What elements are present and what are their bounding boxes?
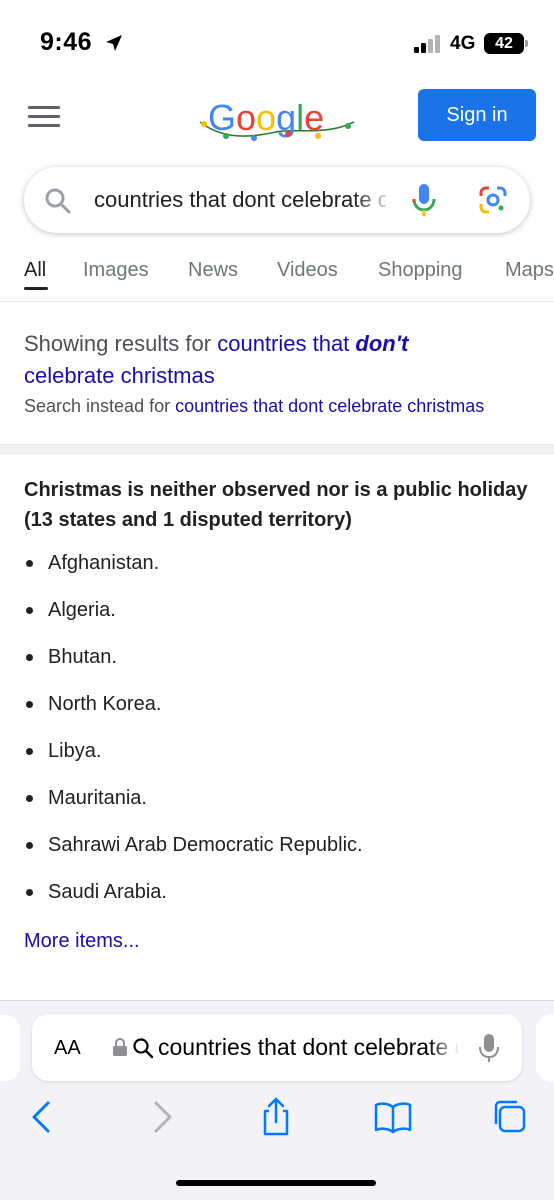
corrected-query-emphasis[interactable]: don't (355, 331, 408, 356)
safari-bottom-bar: AA countries that dont celebrate christm… (0, 1000, 554, 1200)
search-text-fade (354, 181, 394, 219)
google-lens-icon[interactable] (478, 185, 508, 215)
list-item: Afghanistan. (24, 549, 363, 596)
tab-shopping[interactable]: Shopping (378, 259, 463, 282)
tab-news[interactable]: News (188, 259, 238, 282)
list-item: Bhutan. (24, 643, 363, 690)
cellular-signal-icon (414, 35, 440, 53)
search-instead-line: Search instead for countries that dont c… (24, 396, 484, 417)
list-item: Mauritania. (24, 784, 363, 831)
mic-icon[interactable] (410, 182, 438, 218)
text-size-button[interactable]: AA (54, 1037, 81, 1060)
snippet-list: Afghanistan. Algeria. Bhutan. North Kore… (24, 549, 363, 925)
tab-images[interactable]: Images (83, 259, 149, 282)
next-tab-peek[interactable] (536, 1015, 554, 1081)
url-text-fade (428, 1028, 460, 1068)
location-arrow-icon (106, 35, 122, 51)
list-item: Libya. (24, 737, 363, 784)
tab-all[interactable]: All (24, 259, 46, 282)
hamburger-menu-icon[interactable] (28, 106, 60, 132)
list-item: Algeria. (24, 596, 363, 643)
search-instead-link[interactable]: countries that dont celebrate christmas (175, 396, 484, 416)
mic-icon[interactable] (478, 1033, 500, 1063)
search-box[interactable]: countries that dont celebrate christmas (24, 167, 530, 233)
showing-prefix: Showing results for (24, 331, 212, 356)
snippet-title: Christmas is neither observed nor is a p… (24, 479, 528, 531)
tab-maps[interactable]: Maps (505, 259, 554, 282)
forward-icon[interactable] (142, 1097, 182, 1137)
previous-tab-peek[interactable] (0, 1015, 20, 1081)
google-doodle-logo[interactable]: Google (196, 92, 360, 146)
spelling-correction: Showing results for countries that don't… (0, 303, 554, 445)
lock-icon (113, 1038, 127, 1056)
list-item: Saudi Arabia. (24, 878, 363, 925)
share-icon[interactable] (256, 1097, 296, 1137)
search-input[interactable]: countries that dont celebrate christmas (94, 187, 386, 213)
list-item: North Korea. (24, 690, 363, 737)
battery-icon: 42 (484, 33, 528, 54)
list-item: Sahrawi Arab Democratic Republic. (24, 831, 363, 878)
search-instead-prefix: Search instead for (24, 396, 171, 416)
section-divider (0, 444, 554, 454)
back-icon[interactable] (22, 1097, 62, 1137)
search-tabs: All Images News Videos Shopping Maps (0, 256, 554, 302)
url-text[interactable]: countries that dont celebrate christmas (158, 1034, 458, 1061)
featured-snippet: Christmas is neither observed nor is a p… (0, 455, 554, 1000)
tabs-icon[interactable] (490, 1097, 530, 1137)
home-indicator[interactable] (176, 1180, 376, 1186)
safari-toolbar (0, 1097, 554, 1147)
sign-in-button[interactable]: Sign in (418, 89, 536, 141)
tab-videos[interactable]: Videos (277, 259, 338, 282)
more-items-link[interactable]: More items... (24, 930, 140, 953)
address-bar[interactable]: AA countries that dont celebrate christm… (32, 1014, 522, 1081)
bookmarks-icon[interactable] (373, 1097, 413, 1137)
network-type: 4G (450, 33, 476, 54)
corrected-query-link-part1[interactable]: countries that (217, 331, 349, 356)
corrected-query-link-part2[interactable]: celebrate christmas (24, 363, 215, 389)
search-icon (45, 188, 71, 214)
search-icon (133, 1038, 154, 1059)
status-time: 9:46 (40, 28, 93, 56)
svg-text:Google: Google (208, 97, 324, 138)
active-tab-indicator (24, 287, 48, 290)
showing-results-line: Showing results for countries that don't (24, 331, 408, 357)
status-bar: 9:46 4G 42 (0, 0, 554, 88)
